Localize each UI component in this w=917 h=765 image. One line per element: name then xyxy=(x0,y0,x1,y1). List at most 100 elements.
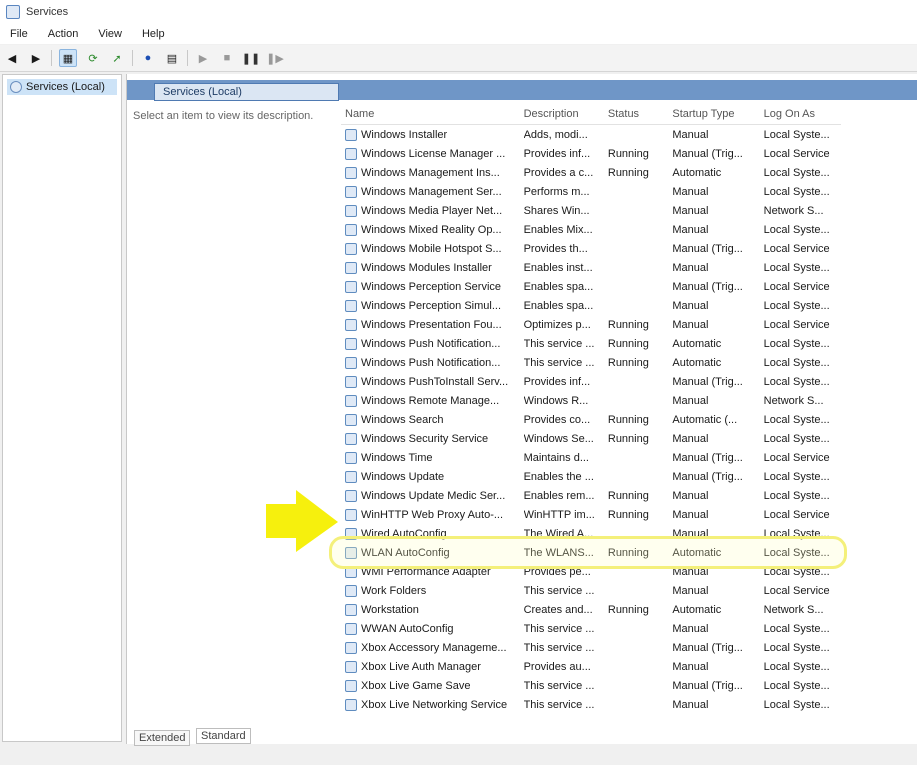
pane-header-title: Services (Local) xyxy=(154,83,339,101)
service-startup-type: Manual xyxy=(672,128,709,141)
pane-header: Services (Local) xyxy=(127,80,917,101)
service-gear-icon xyxy=(345,204,357,217)
window-title: Services xyxy=(26,6,69,18)
list-header: Name Description Status Startup Type Log… xyxy=(341,104,841,125)
table-row[interactable]: Windows Mixed Reality Op... Enables Mix..… xyxy=(341,220,841,239)
table-row[interactable]: Windows License Manager ... Provides inf.… xyxy=(341,144,841,163)
service-name-cell: Windows PushToInstall Serv... xyxy=(341,375,524,388)
properties-icon[interactable]: ▤ xyxy=(164,50,180,66)
menu-view[interactable]: View xyxy=(98,28,122,40)
service-log-on-as: Local Syste... xyxy=(763,166,830,179)
table-row[interactable]: Windows Management Ins... Provides a c...… xyxy=(341,163,841,182)
service-name-cell: Windows Installer xyxy=(341,128,524,141)
console-tree-icon[interactable]: ▦ xyxy=(59,49,77,67)
table-row[interactable]: Xbox Live Networking Service This service… xyxy=(341,695,841,714)
table-row[interactable]: WinHTTP Web Proxy Auto-... WinHTTP im... R… xyxy=(341,505,841,524)
service-startup-type: Manual (Trig... xyxy=(672,451,743,464)
service-status: Running xyxy=(607,508,649,521)
table-row[interactable]: Windows Perception Service Enables spa...… xyxy=(341,277,841,296)
stop-icon[interactable]: ■ xyxy=(219,50,235,66)
service-log-on-as: Local Syste... xyxy=(763,375,830,388)
service-status: Running xyxy=(607,147,649,160)
table-row[interactable]: Windows Management Ser... Performs m... Ma… xyxy=(341,182,841,201)
menu-action[interactable]: Action xyxy=(48,28,79,40)
toolbar-separator xyxy=(132,50,133,66)
table-row[interactable]: Windows Perception Simul... Enables spa..… xyxy=(341,296,841,315)
table-row[interactable]: Workstation Creates and... Running Automati… xyxy=(341,600,841,619)
table-row[interactable]: Windows Mobile Hotspot S... Provides th..… xyxy=(341,239,841,258)
table-row[interactable]: Windows PushToInstall Serv... Provides in… xyxy=(341,372,841,391)
table-row[interactable]: Windows Update Enables the ... Manual (Tri… xyxy=(341,467,841,486)
column-header-startup-type[interactable]: Startup Type xyxy=(672,108,763,120)
forward-icon[interactable]: ▶ xyxy=(28,50,44,66)
service-name: Windows Perception Simul... xyxy=(361,299,501,312)
service-name: Windows Push Notification... xyxy=(361,356,501,369)
service-startup-type: Manual xyxy=(672,584,709,597)
table-row[interactable]: Windows Modules Installer Enables inst...… xyxy=(341,258,841,277)
service-name: Windows Search xyxy=(361,413,444,426)
services-app-icon xyxy=(6,5,20,19)
service-log-on-as: Network S... xyxy=(763,394,824,407)
back-icon[interactable]: ◀ xyxy=(4,50,20,66)
tab-standard[interactable]: Standard xyxy=(196,728,251,744)
service-startup-type: Manual (Trig... xyxy=(672,470,743,483)
service-name: Windows Perception Service xyxy=(361,280,502,293)
table-row[interactable]: Windows Presentation Fou... Optimizes p..… xyxy=(341,315,841,334)
service-log-on-as: Local Syste... xyxy=(763,413,830,426)
service-gear-icon xyxy=(345,641,357,654)
service-startup-type: Manual (Trig... xyxy=(672,147,743,160)
column-header-description[interactable]: Description xyxy=(524,108,608,120)
column-header-status[interactable]: Status xyxy=(608,108,672,120)
table-row[interactable]: Windows Push Notification... This service… xyxy=(341,353,841,372)
service-name-cell: Windows License Manager ... xyxy=(341,147,524,160)
service-gear-icon xyxy=(345,622,357,635)
table-row[interactable]: Windows Push Notification... This service… xyxy=(341,334,841,353)
service-name-cell: Windows Update Medic Ser... xyxy=(341,489,524,502)
menu-file[interactable]: File xyxy=(10,28,28,40)
table-row[interactable]: Windows Update Medic Ser... Enables rem..… xyxy=(341,486,841,505)
service-description: Provides au... xyxy=(523,660,591,673)
service-startup-type: Manual (Trig... xyxy=(672,641,743,654)
service-gear-icon xyxy=(345,679,357,692)
menu-help[interactable]: Help xyxy=(142,28,165,40)
service-log-on-as: Local Syste... xyxy=(763,261,830,274)
table-row[interactable]: Windows Security Service Windows Se... Run… xyxy=(341,429,841,448)
service-gear-icon xyxy=(345,375,357,388)
service-description: Provides co... xyxy=(523,413,591,426)
service-startup-type: Manual xyxy=(672,261,709,274)
service-startup-type: Manual xyxy=(672,204,709,217)
table-row[interactable]: Windows Installer Adds, modi... Manual Loca… xyxy=(341,125,841,144)
service-name-cell: Windows Security Service xyxy=(341,432,524,445)
service-description: Maintains d... xyxy=(523,451,589,464)
service-status: Running xyxy=(607,432,649,445)
table-row[interactable]: Xbox Live Game Save This service ... Manua… xyxy=(341,676,841,695)
table-row[interactable]: Windows Media Player Net... Shares Win...… xyxy=(341,201,841,220)
table-row[interactable]: Xbox Accessory Manageme... This service .… xyxy=(341,638,841,657)
service-name: Work Folders xyxy=(361,584,427,597)
table-row[interactable]: Windows Search Provides co... Running Autom… xyxy=(341,410,841,429)
table-row[interactable]: WWAN AutoConfig This service ... Manual Loc… xyxy=(341,619,841,638)
tab-extended[interactable]: Extended xyxy=(134,730,191,746)
pause-icon[interactable]: ❚❚ xyxy=(242,50,260,66)
column-header-log-on-as[interactable]: Log On As xyxy=(764,108,841,120)
service-log-on-as: Local Syste... xyxy=(763,470,830,483)
service-status: Running xyxy=(607,603,649,616)
service-name: Windows Management Ser... xyxy=(361,185,502,198)
service-description: This service ... xyxy=(523,698,595,711)
table-row[interactable]: Work Folders This service ... Manual Local … xyxy=(341,581,841,600)
restart-icon[interactable]: ❚▶ xyxy=(266,50,284,66)
start-icon[interactable]: ▶ xyxy=(195,50,211,66)
service-name-cell: Windows Management Ins... xyxy=(341,166,524,179)
service-description: This service ... xyxy=(523,641,595,654)
tree-item-services-local[interactable]: Services (Local) xyxy=(7,79,117,95)
column-header-name[interactable]: Name xyxy=(341,108,524,120)
export-icon[interactable]: ➚ xyxy=(109,50,125,66)
help-icon[interactable]: ● xyxy=(140,50,156,66)
service-description: Performs m... xyxy=(523,185,590,198)
table-row[interactable]: Windows Time Maintains d... Manual (Trig..… xyxy=(341,448,841,467)
toolbar-separator xyxy=(187,50,188,66)
table-row[interactable]: Xbox Live Auth Manager Provides au... Manu… xyxy=(341,657,841,676)
refresh-icon[interactable]: ⟳ xyxy=(85,50,101,66)
table-row[interactable]: Windows Remote Manage... Windows R... Manu… xyxy=(341,391,841,410)
service-startup-type: Automatic xyxy=(672,356,722,369)
